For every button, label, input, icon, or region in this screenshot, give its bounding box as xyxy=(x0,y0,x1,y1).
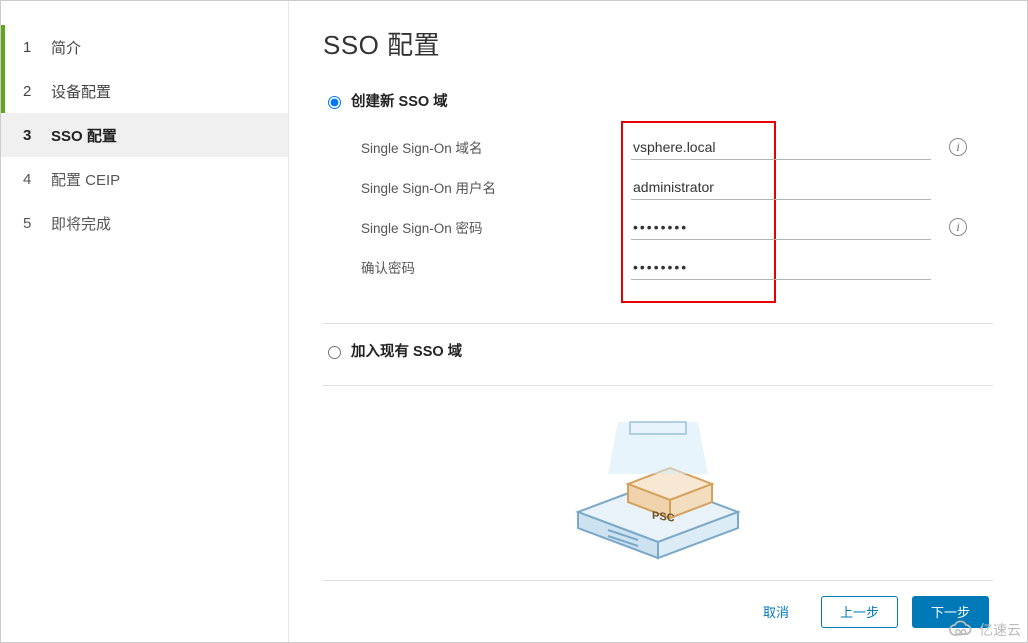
step-2-appliance[interactable]: 2 设备配置 xyxy=(1,69,288,113)
section-divider xyxy=(323,323,993,324)
cancel-button[interactable]: 取消 xyxy=(745,596,807,628)
step-number: 4 xyxy=(23,171,51,188)
step-label: 设备配置 xyxy=(51,81,111,102)
field-label: Single Sign-On 域名 xyxy=(361,137,631,157)
field-confirm-password: 确认密码 xyxy=(361,247,993,287)
field-label: 确认密码 xyxy=(361,257,631,277)
field-label: Single Sign-On 密码 xyxy=(361,217,631,237)
field-sso-password: Single Sign-On 密码 i xyxy=(361,207,993,247)
step-label: SSO 配置 xyxy=(51,125,117,146)
psc-illustration: PSC xyxy=(323,402,993,580)
info-icon[interactable]: i xyxy=(949,218,967,236)
step-number: 3 xyxy=(23,127,51,144)
option-join-sso[interactable]: 加入现有 SSO 域 xyxy=(323,340,993,361)
step-number: 2 xyxy=(23,83,51,100)
sso-form: Single Sign-On 域名 i Single Sign-On 用户名 S… xyxy=(361,127,993,287)
radio-join-label: 加入现有 SSO 域 xyxy=(351,340,462,361)
sso-domain-input[interactable] xyxy=(631,135,931,160)
field-label: Single Sign-On 用户名 xyxy=(361,177,631,197)
step-number: 5 xyxy=(23,215,51,232)
main-panel: SSO 配置 创建新 SSO 域 Single Sign-On 域名 i Sin… xyxy=(289,1,1027,642)
option-create-sso[interactable]: 创建新 SSO 域 xyxy=(323,90,993,111)
radio-create-label: 创建新 SSO 域 xyxy=(351,90,448,111)
page-title: SSO 配置 xyxy=(323,25,993,62)
field-sso-domain: Single Sign-On 域名 i xyxy=(361,127,993,167)
step-label: 简介 xyxy=(51,37,81,58)
step-5-finish[interactable]: 5 即将完成 xyxy=(1,201,288,245)
confirm-password-input[interactable] xyxy=(631,255,931,280)
next-button[interactable]: 下一步 xyxy=(912,596,989,628)
step-1-intro[interactable]: 1 简介 xyxy=(1,25,288,69)
step-number: 1 xyxy=(23,39,51,56)
step-3-sso[interactable]: 3 SSO 配置 xyxy=(1,113,288,157)
installer-window: 1 简介 2 设备配置 3 SSO 配置 4 配置 CEIP 5 即将完成 SS… xyxy=(0,0,1028,643)
wizard-steps-sidebar: 1 简介 2 设备配置 3 SSO 配置 4 配置 CEIP 5 即将完成 xyxy=(1,1,289,642)
step-4-ceip[interactable]: 4 配置 CEIP xyxy=(1,157,288,201)
sso-password-input[interactable] xyxy=(631,215,931,240)
psc-server-icon: PSC xyxy=(548,402,768,562)
field-sso-username: Single Sign-On 用户名 xyxy=(361,167,993,207)
radio-join-sso[interactable] xyxy=(328,346,341,359)
prev-button[interactable]: 上一步 xyxy=(821,596,898,628)
info-icon[interactable]: i xyxy=(949,138,967,156)
sso-username-input[interactable] xyxy=(631,175,931,200)
step-label: 配置 CEIP xyxy=(51,169,120,190)
radio-create-sso[interactable] xyxy=(328,96,341,109)
section-divider xyxy=(323,385,993,386)
wizard-footer: 取消 上一步 下一步 xyxy=(323,580,993,642)
step-label: 即将完成 xyxy=(51,213,111,234)
